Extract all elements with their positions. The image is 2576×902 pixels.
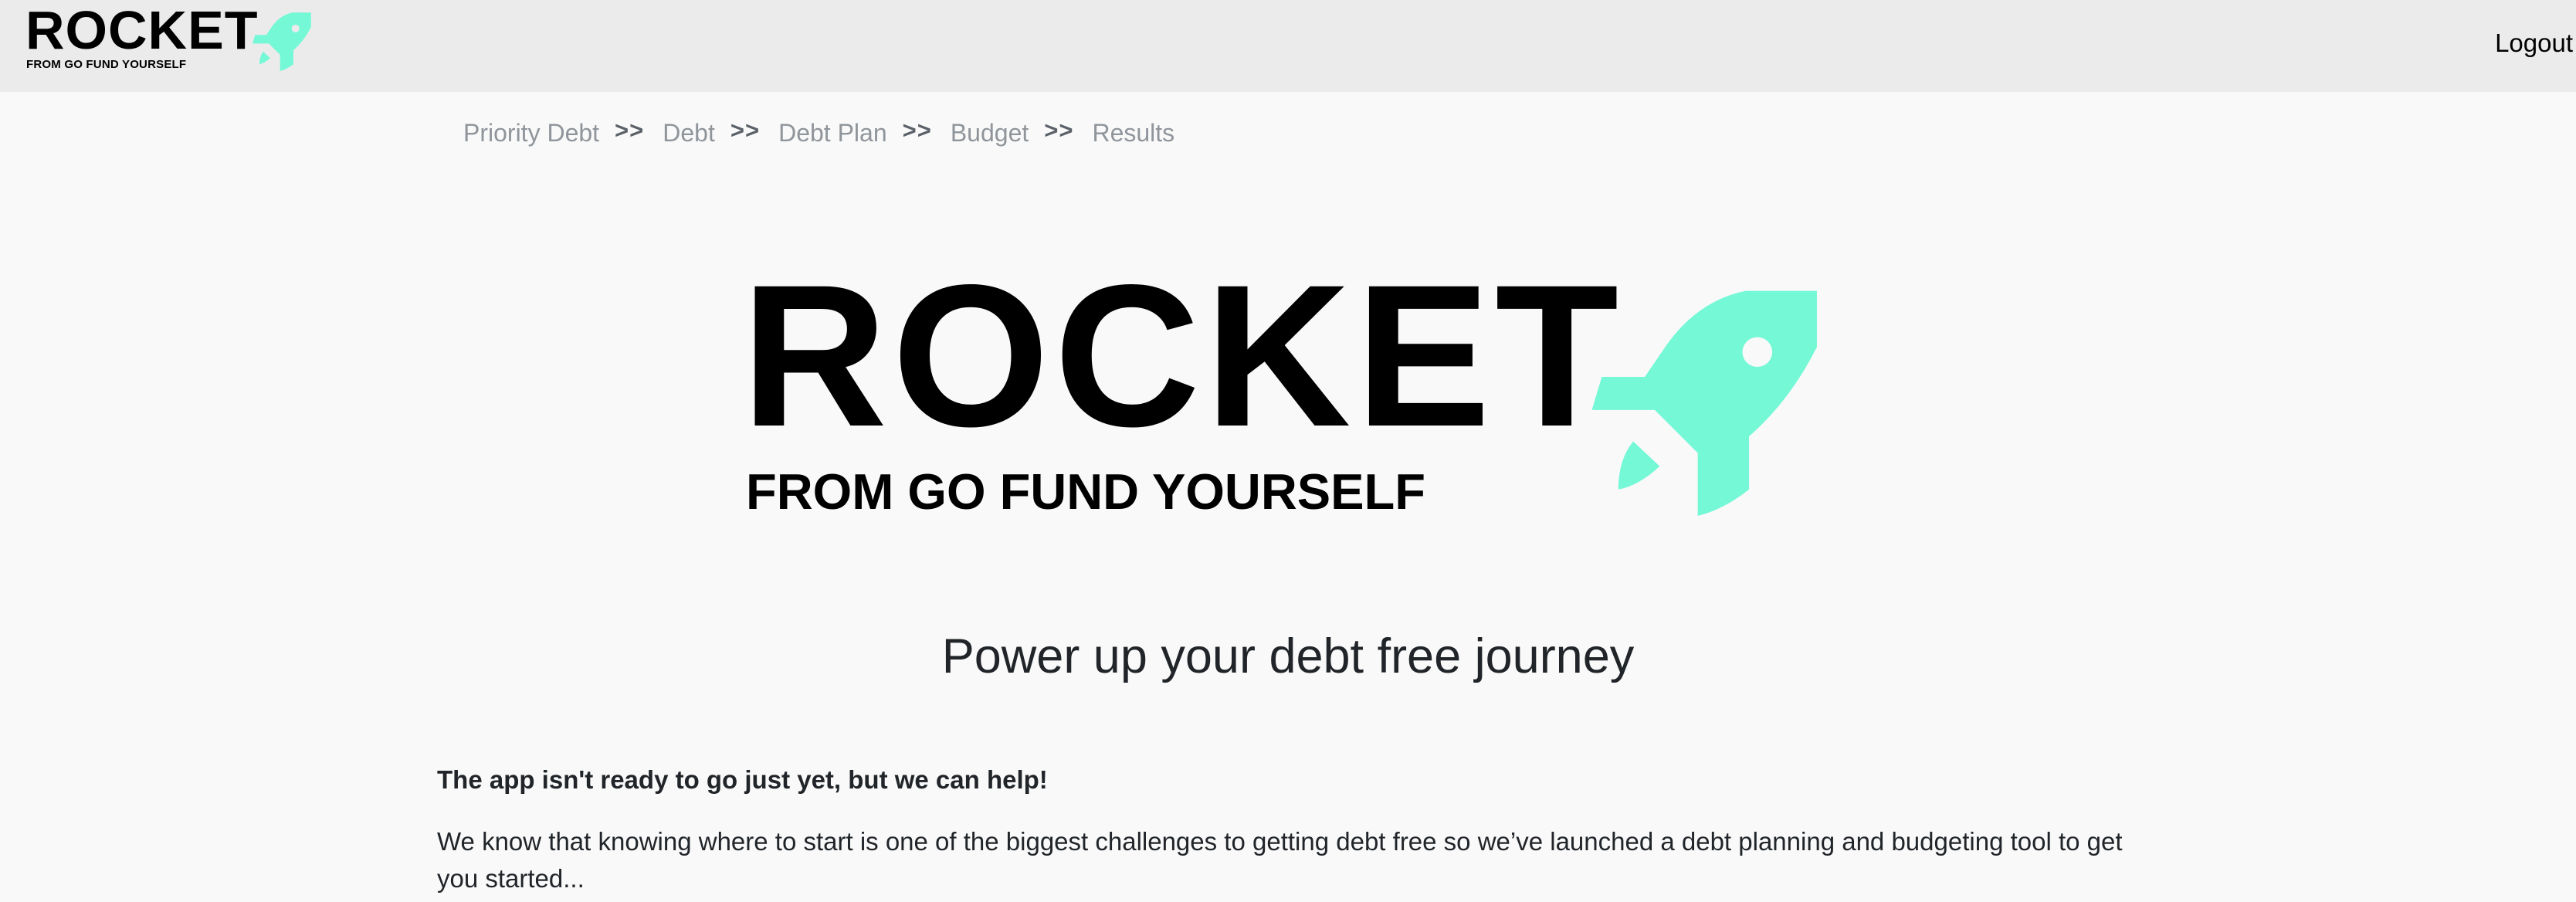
breadcrumb-budget[interactable]: Budget [951, 119, 1029, 148]
brand-logo-wordmark: ROCKET [25, 0, 259, 60]
hero-logo-tagline: FROM GO FUND YOURSELF [746, 463, 1425, 520]
breadcrumb-debt-plan[interactable]: Debt Plan [778, 119, 887, 148]
top-navbar: ROCKET FROM GO FUND YOURSELF Logout [0, 0, 2576, 92]
breadcrumb-separator: >> [1044, 117, 1074, 144]
intro-paragraph: We know that knowing where to start is o… [437, 827, 2123, 893]
breadcrumb-debt[interactable]: Debt [663, 119, 715, 148]
brand-logo-tagline: FROM GO FUND YOURSELF [26, 58, 187, 71]
hero-logo-wordmark: ROCKET [741, 242, 1624, 469]
breadcrumb-priority-debt[interactable]: Priority Debt [463, 119, 599, 148]
breadcrumb-separator: >> [615, 117, 645, 144]
rocket-icon [1591, 290, 1817, 516]
hero-logo: ROCKET FROM GO FUND YOURSELF [741, 255, 1838, 517]
breadcrumb-results[interactable]: Results [1092, 119, 1174, 148]
lead-text: The app isn't ready to go just yet, but … [437, 765, 1048, 794]
breadcrumb: Priority Debt >> Debt >> Debt Plan >> Bu… [463, 117, 1174, 148]
page-tagline: Power up your debt free journey [941, 629, 1635, 683]
brand-logo-link[interactable]: ROCKET FROM GO FUND YOURSELF [25, 0, 311, 85]
breadcrumb-separator: >> [902, 117, 932, 144]
logout-link[interactable]: Logout [2495, 29, 2573, 58]
breadcrumb-separator: >> [730, 117, 761, 144]
rocket-icon [253, 12, 311, 71]
